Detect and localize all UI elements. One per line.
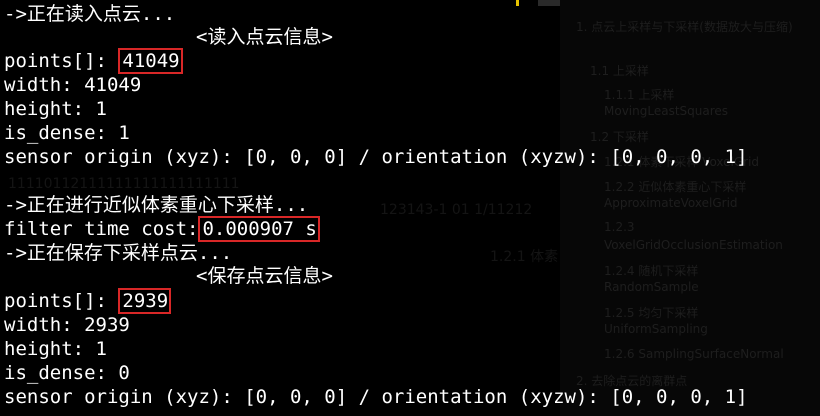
toc-item: VoxelGridOcclusionEstimation: [604, 238, 783, 252]
output-line-sensor-origin: sensor origin (xyz): [0, 0, 0] / orienta…: [4, 146, 748, 168]
ghost-text: 11110112111111111111111111: [8, 176, 240, 192]
toc-item: 1.2.2 近似体素重心下采样: [604, 180, 747, 194]
output-line-sensor-origin: sensor origin (xyz): [0, 0, 0] / orienta…: [4, 386, 748, 408]
output-line-filter-time: filter time cost: 0.000907 s: [4, 216, 320, 242]
top-mark-grey: [538, 0, 560, 6]
background-toc: 1. 点云上采样与下采样(数据放大与压缩) 1.1 上采样 1.1.1 上采样 …: [560, 0, 820, 416]
toc-item: ApproximateVoxelGrid: [604, 196, 738, 210]
output-line-width: width: 2939: [4, 314, 130, 336]
top-mark-yellow: [516, 0, 519, 6]
output-line-points-read: points[]: 41049: [4, 48, 183, 74]
output-line-is-dense: is_dense: 0: [4, 362, 130, 384]
toc-item: 1.2.6 SamplingSurfaceNormal: [604, 347, 784, 361]
toc-item: 1.2.3: [604, 220, 635, 234]
points-label: points[]:: [4, 290, 119, 312]
output-line-save-info-header: <保存点云信息>: [196, 265, 333, 287]
output-line-saving: ->正在保存下采样点云...: [4, 242, 233, 264]
ghost-text: 123143-1 01 1/11212: [380, 202, 533, 218]
window-top-strip: [420, 0, 560, 6]
points-label: points[]:: [4, 50, 119, 72]
output-line-width: width: 41049: [4, 74, 142, 96]
points-value-highlight: 41049: [118, 48, 183, 74]
toc-item: UniformSampling: [604, 322, 708, 336]
toc-item: 1. 点云上采样与下采样(数据放大与压缩): [576, 20, 793, 34]
toc-item: MovingLeastSquares: [604, 104, 729, 118]
toc-item: 1.2 下采样: [590, 130, 649, 144]
toc-item: 1.1.1 上采样: [604, 88, 675, 102]
ghost-text: 1.2.1 体素: [490, 249, 559, 265]
toc-item: 1.2.5 均匀下采样: [604, 306, 699, 320]
output-line-loading: ->正在读入点云...: [4, 3, 176, 25]
output-line-is-dense: is_dense: 1: [4, 122, 130, 144]
output-line-points-saved: points[]: 2939: [4, 288, 172, 314]
output-line-height: height: 1: [4, 98, 107, 120]
output-line-downsampling: ->正在进行近似体素重心下采样...: [4, 194, 309, 216]
toc-item: RandomSample: [604, 280, 699, 294]
terminal-window: 1. 点云上采样与下采样(数据放大与压缩) 1.1 上采样 1.1.1 上采样 …: [0, 0, 820, 416]
points-value-highlight: 2939: [118, 288, 172, 314]
toc-item: 1.2.4 随机下采样: [604, 264, 699, 278]
filter-time-value-highlight: 0.000907 s: [198, 216, 320, 242]
filter-time-label: filter time cost:: [4, 218, 199, 240]
toc-item: 1.1 上采样: [590, 64, 649, 78]
output-line-height: height: 1: [4, 338, 107, 360]
output-line-read-info-header: <读入点云信息>: [196, 26, 333, 48]
